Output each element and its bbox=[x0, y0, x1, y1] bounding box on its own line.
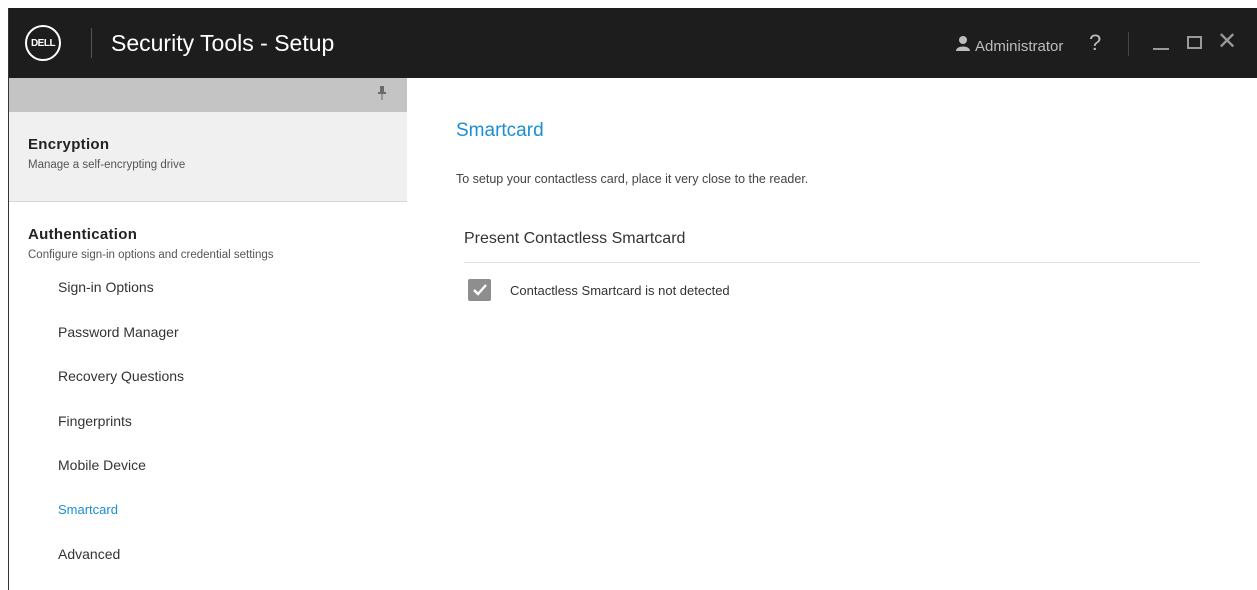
page-title: Smartcard bbox=[456, 120, 544, 141]
close-button[interactable]: ✕ bbox=[1217, 28, 1237, 56]
sidebar-item-smartcard[interactable]: Smartcard bbox=[28, 500, 407, 545]
authentication-nav: Sign-in Options Password Manager Recover… bbox=[28, 277, 407, 589]
sidebar-section-authentication: Authentication Configure sign-in options… bbox=[9, 202, 407, 589]
logo-text: DELL bbox=[30, 37, 56, 49]
smartcard-status-row[interactable]: Contactless Smartcard is not detected bbox=[468, 279, 730, 301]
encryption-title: Encryption bbox=[28, 136, 110, 153]
checkmark-icon bbox=[472, 284, 487, 296]
window-title: Security Tools - Setup bbox=[111, 30, 335, 56]
sidebar-item-mobile-device[interactable]: Mobile Device bbox=[28, 455, 407, 500]
group-title: Present Contactless Smartcard bbox=[464, 230, 686, 247]
pin-icon[interactable] bbox=[377, 86, 387, 100]
sidebar-item-fingerprints[interactable]: Fingerprints bbox=[28, 411, 407, 456]
sidebar-item-recovery-questions[interactable]: Recovery Questions bbox=[28, 366, 407, 411]
minimize-button[interactable] bbox=[1151, 30, 1171, 54]
dell-logo: DELL bbox=[25, 25, 61, 61]
sidebar: Encryption Manage a self-encrypting driv… bbox=[9, 78, 407, 590]
content-pane: Smartcard To setup your contactless card… bbox=[456, 78, 1246, 590]
app-window: DELL Security Tools - Setup Administrato… bbox=[8, 8, 1257, 590]
sidebar-item-sign-in-options[interactable]: Sign-in Options bbox=[28, 277, 407, 322]
user-name[interactable]: Administrator bbox=[975, 38, 1063, 55]
sidebar-pin-bar bbox=[9, 78, 407, 112]
controls-divider bbox=[1128, 32, 1129, 56]
maximize-button[interactable] bbox=[1187, 36, 1202, 49]
authentication-title[interactable]: Authentication bbox=[28, 226, 407, 243]
help-icon[interactable]: ? bbox=[1089, 30, 1101, 56]
sidebar-item-advanced[interactable]: Advanced bbox=[28, 544, 407, 589]
status-checkbox[interactable] bbox=[468, 279, 491, 301]
sidebar-section-encryption[interactable]: Encryption Manage a self-encrypting driv… bbox=[9, 112, 407, 202]
user-icon bbox=[956, 36, 970, 51]
page-description: To setup your contactless card, place it… bbox=[456, 172, 809, 186]
title-divider bbox=[91, 28, 92, 58]
group-divider bbox=[464, 262, 1200, 263]
status-label: Contactless Smartcard is not detected bbox=[510, 282, 730, 298]
authentication-subtitle: Configure sign-in options and credential… bbox=[28, 249, 274, 261]
title-bar: DELL Security Tools - Setup Administrato… bbox=[9, 8, 1257, 78]
sidebar-item-password-manager[interactable]: Password Manager bbox=[28, 322, 407, 367]
encryption-subtitle: Manage a self-encrypting drive bbox=[28, 159, 186, 171]
